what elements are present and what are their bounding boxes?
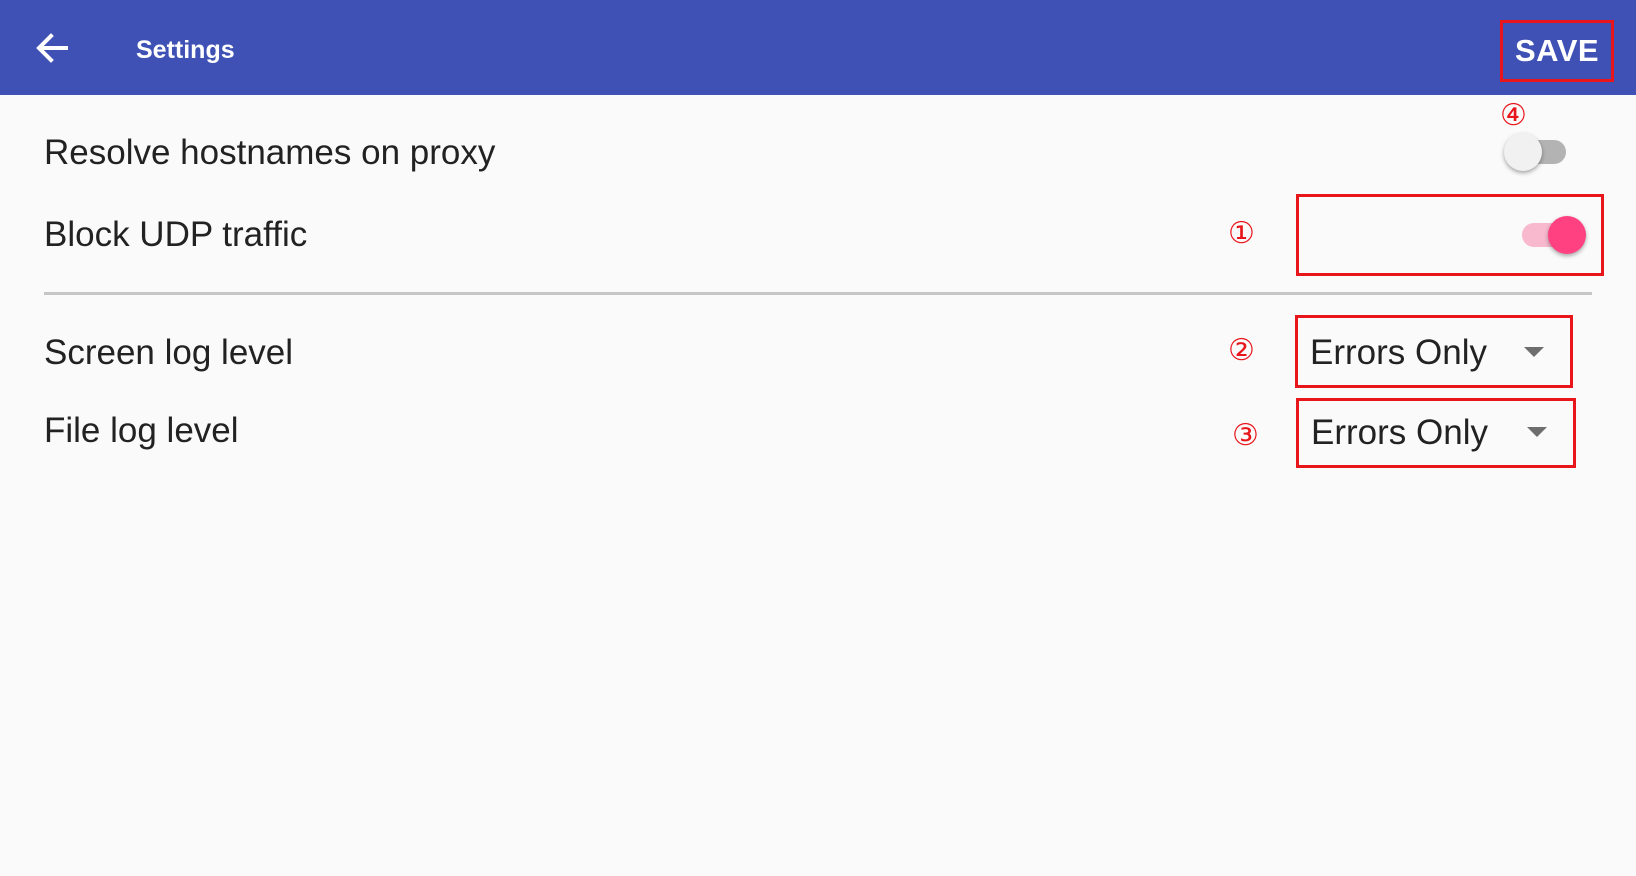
arrow-back-icon [36,33,68,63]
resolve-hostnames-switch[interactable] [1504,128,1572,176]
dropdown-arrow-icon [1527,427,1547,437]
file-log-level-value: Errors Only [1311,413,1488,452]
annotation-marker-3: ③ [1232,418,1259,453]
switch-thumb [1504,133,1542,171]
page-title: Settings [136,36,235,64]
screen-log-level-dropdown[interactable]: Errors Only [1295,315,1573,388]
annotation-marker-2: ② [1228,333,1255,368]
back-button[interactable] [30,26,74,70]
save-button[interactable]: SAVE [1500,20,1614,82]
section-divider [44,292,1592,295]
dropdown-arrow-icon [1524,347,1544,357]
resolve-hostnames-label: Resolve hostnames on proxy [44,133,496,172]
file-log-level-label: File log level [44,411,239,450]
annotation-marker-1: ① [1228,216,1255,251]
block-udp-switch[interactable] [1518,211,1590,259]
app-bar: Settings SAVE [0,0,1636,95]
file-log-level-dropdown[interactable]: Errors Only [1296,398,1576,468]
switch-thumb [1548,216,1586,254]
screen-log-level-label: Screen log level [44,333,294,372]
screen-log-level-value: Errors Only [1310,333,1487,372]
block-udp-label: Block UDP traffic [44,215,308,254]
